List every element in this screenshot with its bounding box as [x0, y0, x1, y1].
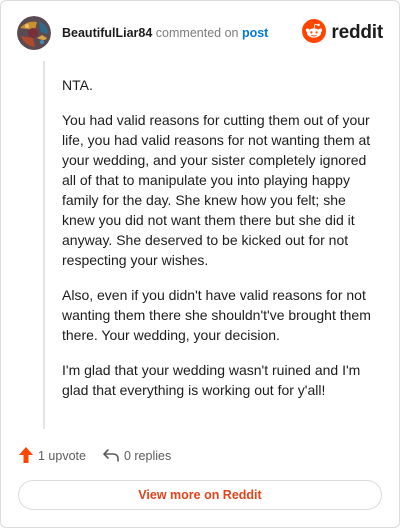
comment-paragraph-2: You had valid reasons for cutting them o… [62, 112, 371, 268]
post-link[interactable]: post [242, 26, 268, 40]
comment-thread-line[interactable] [43, 61, 45, 429]
comment-body: NTA. You had valid reasons for cutting t… [62, 75, 374, 415]
comment-byline: BeautifulLiar84 commented on post [62, 26, 268, 40]
embedded-comment-card: BeautifulLiar84 commented on post reddit [0, 0, 400, 528]
reddit-logo[interactable]: reddit [302, 18, 383, 48]
comment-paragraph-4: I'm glad that your wedding wasn't ruined… [62, 362, 361, 398]
reddit-snoo-icon [302, 18, 327, 48]
reply-arrow-icon [102, 447, 124, 466]
upvote-button[interactable]: 1 upvote [18, 446, 86, 467]
replies-count: 0 replies [123, 449, 172, 463]
username-link[interactable]: BeautifulLiar84 [62, 26, 152, 40]
replies-button[interactable]: 0 replies [102, 447, 171, 466]
avatar[interactable] [17, 16, 51, 50]
view-more-on-reddit-button[interactable]: View more on Reddit [18, 480, 382, 510]
comment-paragraph-1: NTA. [62, 77, 93, 93]
comment-actions: 1 upvote 0 replies [18, 446, 171, 466]
reddit-wordmark: reddit [331, 22, 383, 43]
comment-header: BeautifulLiar84 commented on post reddit [17, 16, 383, 52]
upvote-arrow-icon [18, 446, 38, 467]
commented-on-text: commented on [152, 26, 242, 40]
upvote-count: 1 upvote [38, 449, 86, 463]
comment-paragraph-3: Also, even if you didn't have valid reas… [62, 287, 371, 343]
